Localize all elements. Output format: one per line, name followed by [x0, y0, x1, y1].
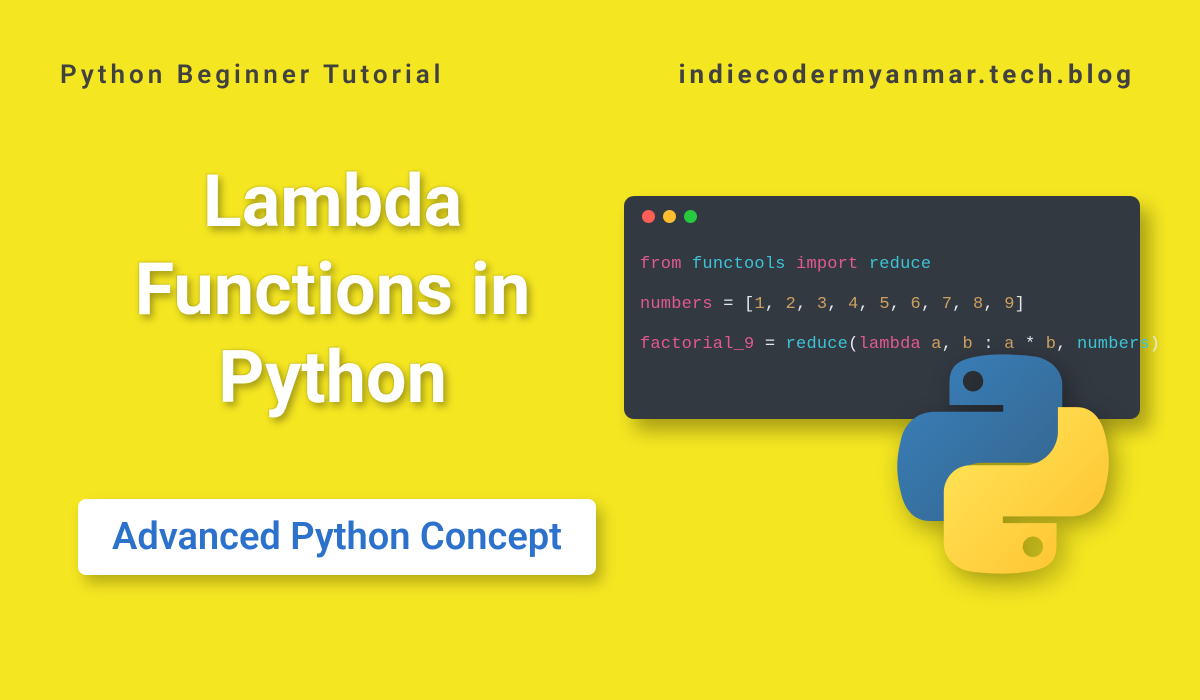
- code-name: reduce: [869, 255, 931, 274]
- code-arg: b: [963, 335, 973, 354]
- code-arg: b: [1046, 335, 1056, 354]
- badge-label: Advanced Python Concept: [112, 515, 562, 559]
- category-label: Python Beginner Tutorial: [60, 60, 444, 90]
- code-punct: ,: [796, 295, 817, 314]
- code-punct: ,: [859, 295, 880, 314]
- code-punct: ,: [921, 295, 942, 314]
- code-num: 3: [817, 295, 827, 314]
- code-punct: ,: [1056, 335, 1077, 354]
- code-arg: a: [1004, 335, 1014, 354]
- code-var: numbers: [640, 295, 713, 314]
- code-num: 2: [786, 295, 796, 314]
- code-punct: ,: [765, 295, 786, 314]
- code-keyword: import: [796, 255, 858, 274]
- code-num: 4: [848, 295, 858, 314]
- code-punct: ,: [827, 295, 848, 314]
- code-punct: =: [713, 295, 744, 314]
- code-num: 6: [911, 295, 921, 314]
- code-arg: a: [931, 335, 941, 354]
- code-fn: reduce: [786, 335, 848, 354]
- code-module: functools: [692, 255, 786, 274]
- page-title: Lambda Functions in Python: [100, 158, 565, 421]
- python-logo-icon: [893, 354, 1113, 574]
- code-punct: ,: [952, 295, 973, 314]
- code-num: 1: [754, 295, 764, 314]
- header: Python Beginner Tutorial indiecodermyanm…: [0, 0, 1200, 90]
- code-punct: ,: [942, 335, 963, 354]
- code-punct: ): [1150, 335, 1160, 354]
- code-punct: :: [973, 335, 1004, 354]
- code-punct: =: [754, 335, 785, 354]
- code-keyword: lambda: [858, 335, 920, 354]
- code-punct: (: [848, 335, 858, 354]
- minimize-icon: [663, 210, 676, 223]
- code-num: 9: [1004, 295, 1014, 314]
- code-arg: numbers: [1077, 335, 1150, 354]
- close-icon: [642, 210, 655, 223]
- code-punct: [: [744, 295, 754, 314]
- code-block: from functools import reduce numbers = […: [640, 245, 1124, 365]
- code-num: 8: [973, 295, 983, 314]
- code-keyword: from: [640, 255, 682, 274]
- concept-badge: Advanced Python Concept: [78, 499, 596, 575]
- code-punct: *: [1015, 335, 1046, 354]
- code-punct: ]: [1015, 295, 1025, 314]
- code-punct: ,: [890, 295, 911, 314]
- code-num: 7: [942, 295, 952, 314]
- code-punct: ,: [983, 295, 1004, 314]
- code-var: factorial_9: [640, 335, 754, 354]
- window-controls: [640, 210, 1124, 223]
- maximize-icon: [684, 210, 697, 223]
- code-num: 5: [879, 295, 889, 314]
- site-url: indiecodermyanmar.tech.blog: [679, 60, 1135, 90]
